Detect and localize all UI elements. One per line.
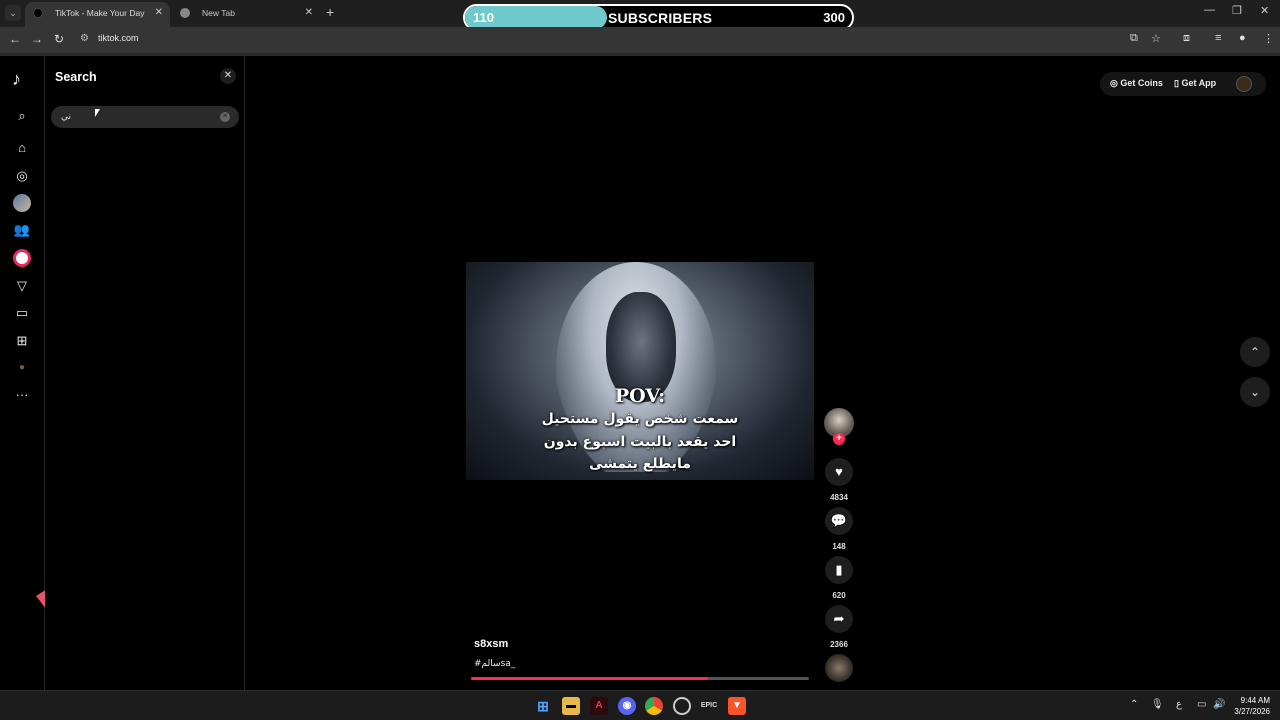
mouse-cursor <box>95 109 100 117</box>
tiktok-favicon-icon <box>33 8 43 18</box>
tab-search-button[interactable]: ⌄ <box>5 5 21 21</box>
top-actions: ◎ Get Coins ▯ Get App <box>1100 72 1266 96</box>
video-caption-pov: POV: <box>614 385 666 407</box>
chrome-favicon-icon <box>180 8 190 18</box>
share-icon[interactable]: ➦ <box>825 605 853 633</box>
restore-icon[interactable]: ❐ <box>1232 4 1242 17</box>
extensions-icon[interactable]: ⧈ <box>1183 32 1190 45</box>
epic-games-icon[interactable]: EPIC <box>700 697 718 715</box>
friends-icon[interactable]: 👥 <box>13 221 31 239</box>
home-icon[interactable]: ⌂ <box>13 139 31 157</box>
system-clock[interactable]: 9:44 AM 3/27/2026 <box>1232 695 1270 717</box>
media-controls-icon[interactable]: ≡ <box>1215 32 1221 44</box>
video-hashtag[interactable]: #سالمsa_ <box>474 659 515 669</box>
close-tab-icon[interactable]: ✕ <box>155 2 163 24</box>
tab-tiktok[interactable]: TikTok - Make Your Day ✕ <box>25 2 170 27</box>
input-language[interactable]: ع <box>1176 699 1182 710</box>
activity-icon[interactable]: ▭ <box>13 304 31 322</box>
search-panel-title: Search <box>55 70 97 84</box>
tab-title: New Tab <box>202 8 235 18</box>
get-app-button[interactable]: ▯ Get App <box>1174 78 1216 89</box>
more-menu-icon[interactable]: ⋮ <box>1263 32 1274 45</box>
close-search-icon[interactable]: ✕ <box>220 68 236 84</box>
discord-icon[interactable]: ◉ <box>618 697 636 715</box>
messages-icon[interactable]: ▽ <box>13 277 31 295</box>
user-avatar[interactable] <box>1236 76 1252 92</box>
search-icon[interactable]: ⌕ <box>13 107 31 125</box>
tab-new-tab[interactable]: New Tab ✕ <box>172 2 320 27</box>
clock-time: 9:44 AM <box>1240 696 1270 705</box>
left-nav-rail: ♪ ⌕ ⌂ ◎ 👥 ▽ ▭ ⊞ ● ··· <box>0 56 120 690</box>
save-count: 620 <box>832 591 846 600</box>
site-info-icon[interactable]: ⚙ <box>80 33 89 44</box>
comment-count: 148 <box>832 542 846 551</box>
comment-icon[interactable]: 💬 <box>825 507 853 535</box>
file-explorer-icon[interactable]: ▬ <box>562 697 580 715</box>
address-bar[interactable]: ⚙ tiktok.com <box>74 30 1174 50</box>
reload-icon[interactable]: ↻ <box>54 32 64 46</box>
back-icon[interactable]: ← <box>9 32 21 46</box>
following-avatar-icon[interactable] <box>13 194 31 212</box>
music-disc-icon[interactable] <box>825 654 853 682</box>
video-caption-line: سمعت شخص يقول مستحيل <box>541 411 739 427</box>
profile-icon[interactable]: ● <box>1239 32 1246 44</box>
subscriber-goal: 300 <box>823 10 845 25</box>
tray-overflow-chevron-icon[interactable]: ⌃ <box>1130 699 1138 710</box>
microphone-icon[interactable]: 🎙 <box>1151 699 1164 710</box>
next-video-chevron-down-icon[interactable]: ⌄ <box>1240 377 1270 407</box>
like-heart-icon[interactable]: ♥ <box>825 458 853 486</box>
search-panel: Search ✕ ✕ <box>45 56 245 690</box>
obs-icon[interactable] <box>673 697 691 715</box>
browser-toolbar: ← → ↻ ⚙ tiktok.com ⧉ ☆ ⧈ ≡ ● ⋮ <box>0 27 1280 53</box>
minimize-icon[interactable]: — <box>1204 4 1215 16</box>
install-app-icon[interactable]: ⧉ <box>1130 32 1138 45</box>
get-app-label: Get App <box>1181 78 1217 88</box>
previous-video-chevron-up-icon[interactable]: ⌃ <box>1240 337 1270 367</box>
tiktok-app: ♪ ⌕ ⌂ ◎ 👥 ▽ ▭ ⊞ ● ··· Search ✕ ✕ ◎ Get C… <box>0 56 1280 690</box>
video-progress-fill <box>471 677 708 680</box>
explore-icon[interactable]: ◎ <box>13 167 31 185</box>
windows-taskbar: ⊞ ▬ A ◉ EPIC ▼ ⌃ 🎙 ع ▭ 🔊 9:44 AM 3/27/20… <box>0 690 1280 720</box>
get-coins-button[interactable]: ◎ Get Coins <box>1110 78 1163 89</box>
new-tab-icon[interactable]: + <box>326 4 334 20</box>
more-icon[interactable]: ··· <box>13 386 31 404</box>
video-caption-line: مايطلع يتمشى <box>589 456 691 472</box>
like-count: 4834 <box>830 493 848 502</box>
clear-search-icon[interactable]: ✕ <box>220 112 230 122</box>
video-caption-line: احد يقعد بالبيت اسبوع بدون <box>543 434 737 450</box>
network-icon[interactable]: ▭ <box>1197 699 1206 710</box>
app-a-icon[interactable]: A <box>590 697 608 715</box>
search-input[interactable] <box>51 106 239 128</box>
url-text: tiktok.com <box>98 33 139 43</box>
follow-plus-icon[interactable]: + <box>833 433 845 445</box>
video-player[interactable]: POV: سمعت شخص يقول مستحيل احد يقعد بالبي… <box>466 262 814 480</box>
bookmark-star-icon[interactable]: ☆ <box>1151 32 1161 45</box>
windows-start-icon[interactable]: ⊞ <box>534 697 552 715</box>
tiktok-logo-icon[interactable]: ♪ <box>12 69 21 90</box>
bookmark-icon[interactable]: ▮ <box>825 556 853 584</box>
volume-icon[interactable]: 🔊 <box>1213 699 1225 710</box>
upload-icon[interactable]: ⊞ <box>13 332 31 350</box>
brave-icon[interactable]: ▼ <box>728 697 746 715</box>
subscriber-current: 110 <box>473 10 494 25</box>
close-window-icon[interactable]: ✕ <box>1260 4 1269 17</box>
get-coins-label: Get Coins <box>1120 78 1163 88</box>
forward-icon[interactable]: → <box>31 32 43 46</box>
tab-title: TikTok - Make Your Day <box>55 8 145 18</box>
profile-icon[interactable]: ● <box>13 359 31 377</box>
chrome-icon[interactable] <box>645 697 663 715</box>
video-progress-bar[interactable] <box>471 677 809 680</box>
subscriber-label: SUBSCRIBERS <box>608 10 713 26</box>
live-icon[interactable] <box>13 249 31 267</box>
video-author[interactable]: s8xsm <box>474 638 508 650</box>
share-count: 2366 <box>830 640 848 649</box>
close-tab-icon[interactable]: ✕ <box>305 2 313 24</box>
clock-date: 3/27/2026 <box>1234 707 1270 716</box>
